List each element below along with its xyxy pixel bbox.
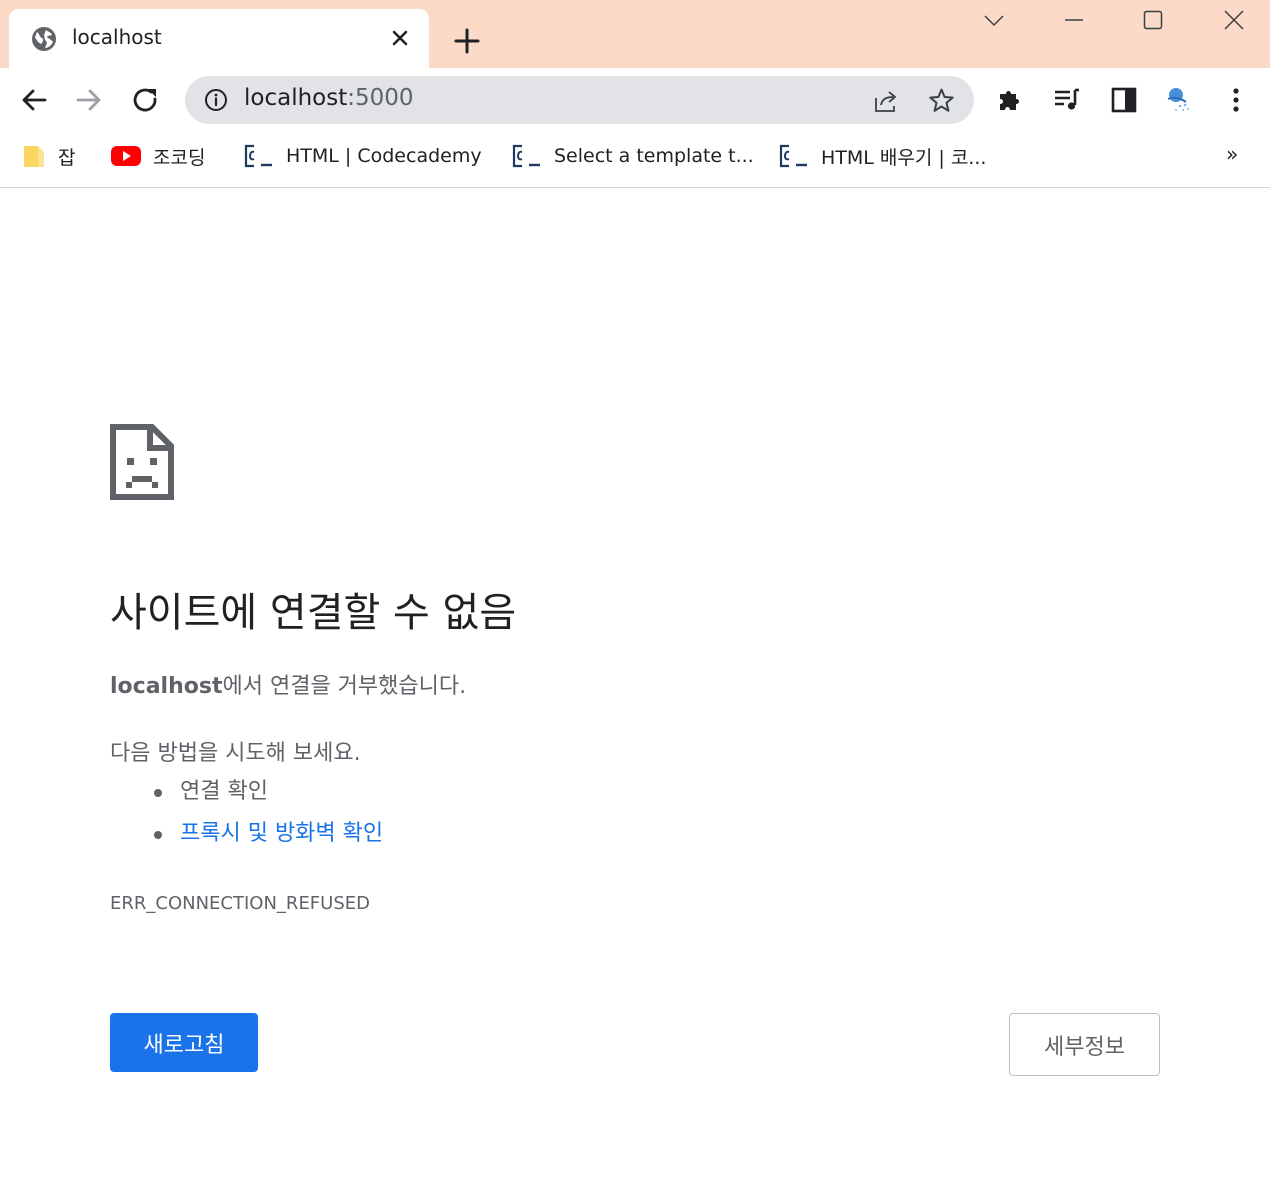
suggestions-heading: 다음 방법을 시도해 보세요. — [110, 741, 361, 766]
bookmarks-bar: 잡 조코딩 HTML | Codecademy Select a templat… — [0, 132, 1270, 188]
bookmark-label: Select a template t... — [554, 145, 754, 167]
codecademy-icon — [512, 144, 540, 168]
url-host: localhost — [244, 85, 348, 111]
youtube-icon — [111, 146, 141, 166]
share-icon[interactable] — [873, 88, 899, 114]
globe-icon — [32, 27, 56, 51]
details-button[interactable]: 세부정보 — [1009, 1013, 1160, 1076]
tab-title: localhost — [72, 25, 162, 49]
error-host: localhost — [110, 674, 223, 699]
new-tab-plus-icon[interactable] — [452, 26, 482, 56]
puzzle-icon[interactable] — [996, 85, 1026, 115]
bookmark-item[interactable]: Select a template t... — [512, 142, 754, 170]
chevron-down-icon[interactable] — [982, 8, 1006, 32]
bookmark-label: HTML 배우기 | 코... — [821, 146, 987, 169]
window-close-icon[interactable] — [1222, 8, 1246, 32]
bookmark-label: 잡 — [58, 146, 76, 169]
sad-page-icon — [110, 424, 174, 500]
side-panel-icon[interactable] — [1109, 85, 1139, 115]
suggestion-check-connection: 연결 확인 — [153, 776, 383, 818]
bookmarks-overflow-button[interactable]: » — [1226, 142, 1238, 166]
folder-icon — [24, 146, 44, 167]
title-bar: localhost — [0, 0, 1270, 68]
error-code: ERR_CONNECTION_REFUSED — [110, 893, 370, 914]
bookmark-label: 조코딩 — [153, 146, 206, 169]
bookmark-item[interactable]: HTML 배우기 | 코... — [779, 142, 986, 170]
reload-button[interactable]: 새로고침 — [110, 1013, 258, 1072]
browser-tab-active[interactable]: localhost — [9, 9, 429, 68]
browser-toolbar: localhost:5000 — [0, 68, 1270, 132]
media-control-icon[interactable] — [1052, 85, 1082, 115]
suggestions-list: 연결 확인 프록시 및 방화벽 확인 — [153, 776, 383, 860]
more-vertical-icon[interactable] — [1221, 85, 1251, 115]
suggestion-check-proxy-firewall-link[interactable]: 프록시 및 방화벽 확인 — [153, 818, 383, 860]
bookmark-item[interactable]: HTML | Codecademy — [244, 142, 482, 170]
bookmark-folder-item[interactable]: 잡 — [22, 142, 75, 170]
back-arrow-icon[interactable] — [19, 85, 49, 115]
star-icon[interactable] — [928, 87, 955, 114]
bookmark-label: HTML | Codecademy — [286, 145, 482, 167]
error-description-text: 에서 연결을 거부했습니다. — [222, 674, 467, 699]
profile-avatar-icon[interactable] — [1164, 85, 1194, 115]
codecademy-icon — [244, 144, 272, 168]
forward-arrow-icon[interactable] — [74, 85, 104, 115]
url-port: :5000 — [347, 85, 414, 111]
address-bar[interactable]: localhost:5000 — [185, 76, 974, 124]
info-icon[interactable] — [204, 88, 228, 112]
bookmark-item[interactable]: 조코딩 — [111, 142, 205, 170]
close-icon[interactable] — [389, 27, 411, 49]
error-description: localhost에서 연결을 거부했습니다. — [110, 668, 466, 700]
address-url: localhost:5000 — [244, 85, 414, 111]
codecademy-icon — [779, 144, 807, 168]
maximize-icon[interactable] — [1141, 8, 1165, 32]
minimize-icon[interactable] — [1062, 8, 1086, 32]
error-title: 사이트에 연결할 수 없음 — [110, 590, 517, 636]
reload-icon[interactable] — [131, 85, 161, 115]
